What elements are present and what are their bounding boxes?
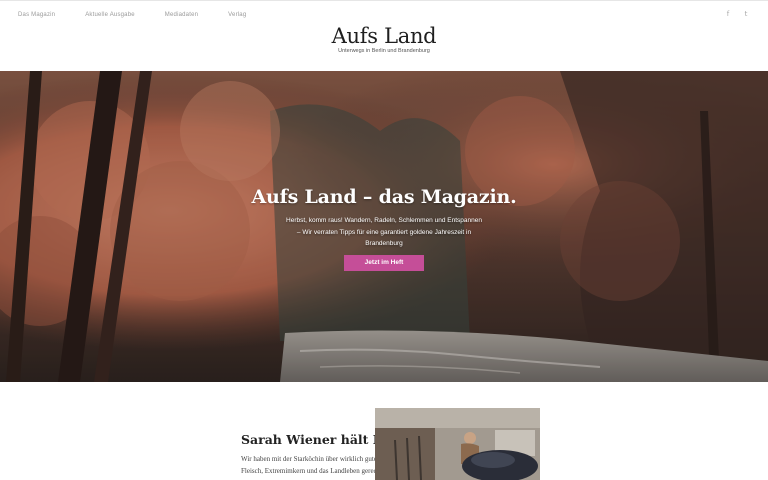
nav-link-verlag[interactable]: Verlag bbox=[228, 12, 246, 18]
nav-link-aktuelle-ausgabe[interactable]: Aktuelle Ausgabe bbox=[85, 12, 135, 18]
brand-logo[interactable]: Aufs Land Unterwegs in Berlin und Brande… bbox=[0, 23, 768, 54]
hero-content: Aufs Land – das Magazin. Herbst, komm ra… bbox=[0, 184, 768, 271]
nav-link-mediadaten[interactable]: Mediadaten bbox=[165, 12, 198, 18]
brand-tagline: Unterwegs in Berlin und Brandenburg bbox=[338, 48, 430, 54]
jetzt-im-heft-button[interactable]: Jetzt im Heft bbox=[344, 254, 424, 271]
twitter-icon[interactable]: t bbox=[742, 10, 750, 18]
teaser-image[interactable] bbox=[375, 408, 540, 480]
facebook-icon[interactable]: f bbox=[724, 10, 732, 18]
site-header: Das Magazin Aktuelle Ausgabe Mediadaten … bbox=[0, 0, 768, 71]
social-links: f t bbox=[724, 10, 750, 18]
teaser-text: Wir haben mit der Starköchin über wirkli… bbox=[241, 455, 383, 475]
main-nav: Das Magazin Aktuelle Ausgabe Mediadaten … bbox=[18, 12, 276, 18]
brand-title: Aufs Land bbox=[331, 24, 437, 48]
nav-link-das-magazin[interactable]: Das Magazin bbox=[18, 12, 55, 18]
hero-text: Herbst, komm raus! Wandern, Radeln, Schl… bbox=[286, 217, 482, 247]
teaser-photo bbox=[375, 408, 540, 480]
hero-title: Aufs Land – das Magazin. bbox=[251, 186, 517, 208]
hero-section: Aufs Land – das Magazin. Herbst, komm ra… bbox=[0, 71, 768, 382]
